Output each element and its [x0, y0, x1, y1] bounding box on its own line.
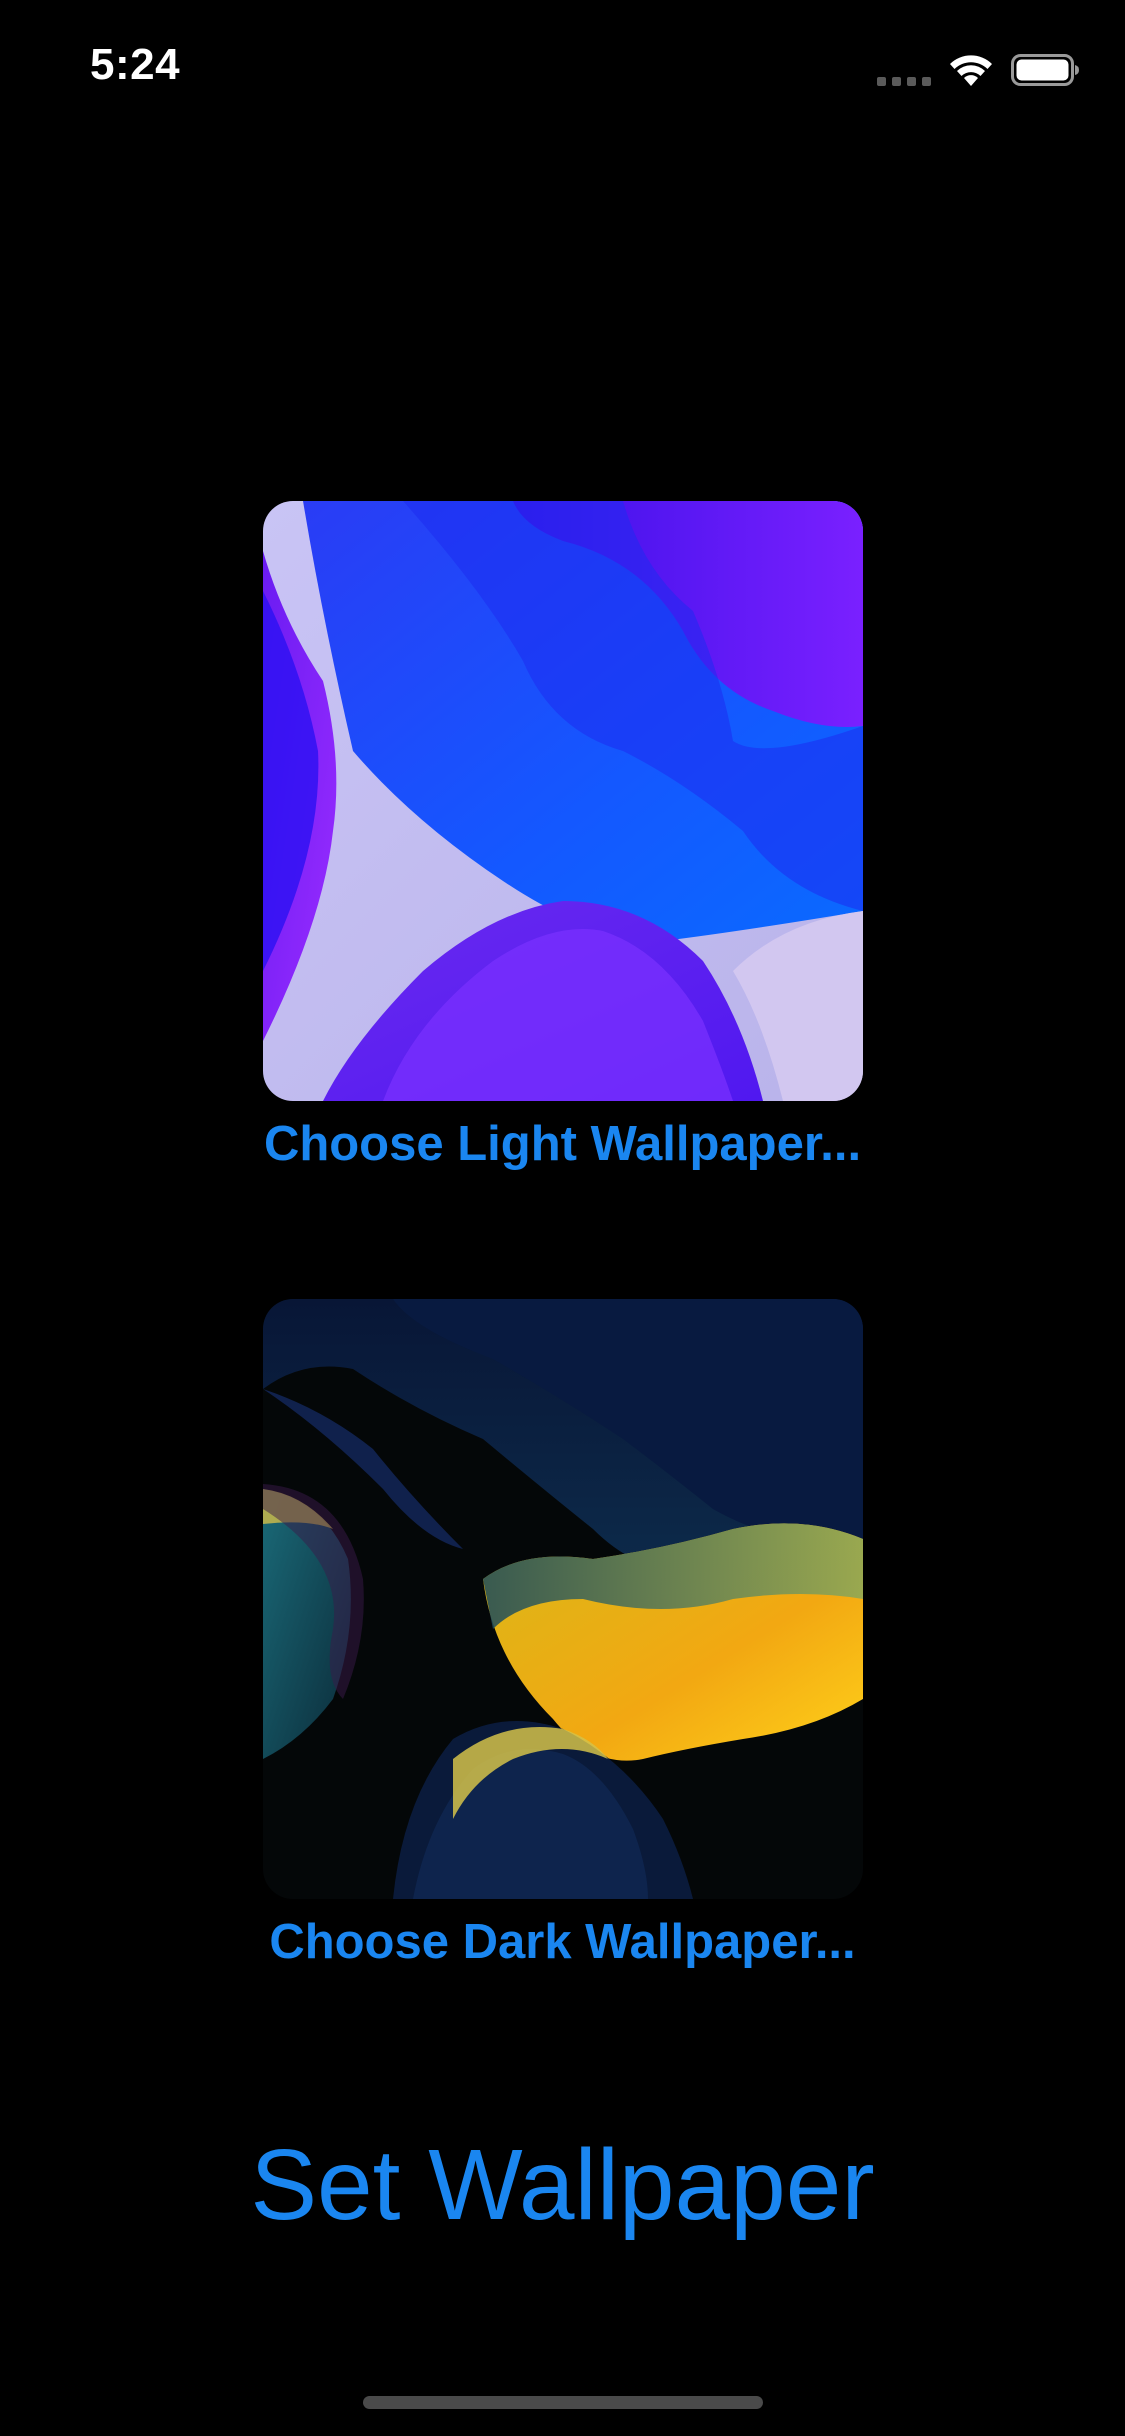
battery-icon [1011, 54, 1079, 86]
light-wallpaper-image [263, 501, 863, 1101]
home-indicator[interactable] [363, 2396, 763, 2409]
status-time: 5:24 [90, 40, 181, 89]
cellular-signal-icon [877, 76, 931, 86]
choose-dark-wallpaper-button[interactable]: Choose Dark Wallpaper... [0, 1914, 1125, 1970]
set-wallpaper-button[interactable]: Set Wallpaper [0, 2128, 1125, 2243]
wifi-icon [950, 55, 992, 86]
dark-wallpaper-image [263, 1299, 863, 1899]
status-bar: 5:24 [0, 0, 1125, 140]
choose-light-wallpaper-button[interactable]: Choose Light Wallpaper... [0, 1116, 1125, 1172]
dark-wallpaper-preview[interactable] [263, 1299, 863, 1899]
light-wallpaper-preview[interactable] [263, 501, 863, 1101]
status-icons [877, 50, 1081, 90]
